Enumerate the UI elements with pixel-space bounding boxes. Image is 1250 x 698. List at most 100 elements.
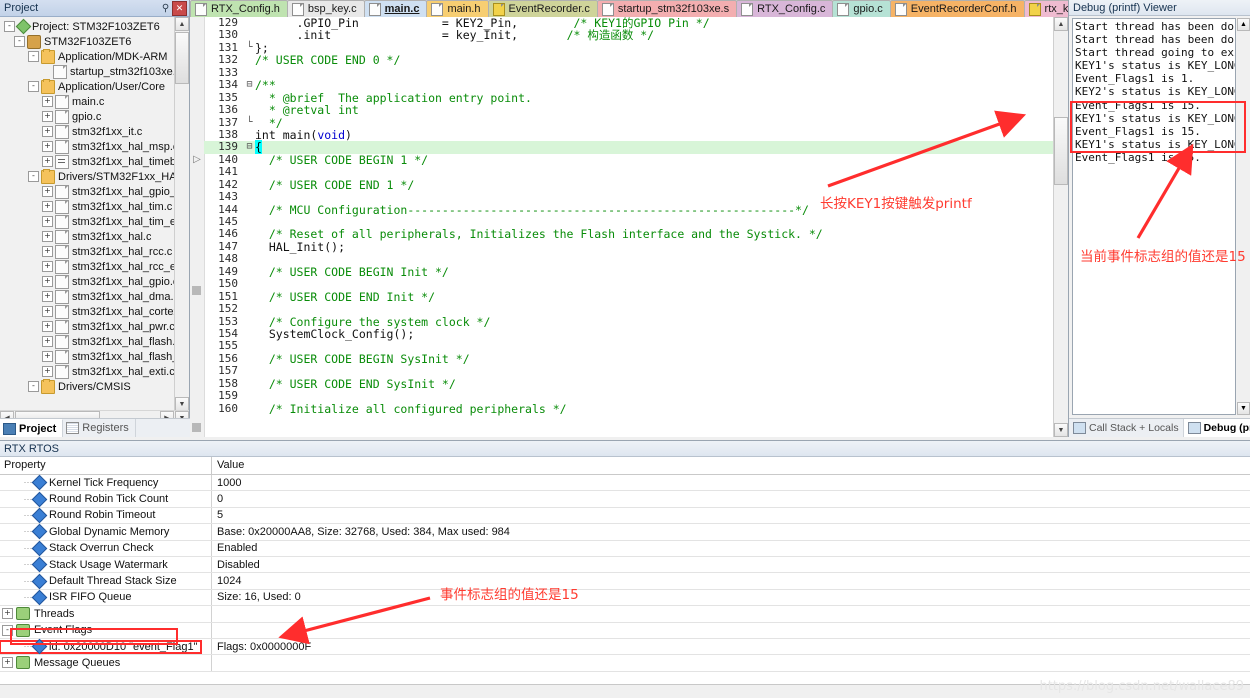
editor-tab-bsp-key-c[interactable]: bsp_key.c [286, 0, 365, 17]
editor-tab-gpio-c[interactable]: gpio.c [832, 0, 891, 17]
rtx-property-row[interactable]: ⋯ Global Dynamic Memory Base: 0x20000AA8, … [0, 524, 1250, 541]
rtx-property-row[interactable]: ⋯ Round Robin Timeout 5 [0, 507, 1250, 525]
expand-icon[interactable]: + [42, 336, 53, 347]
project-tree-item[interactable]: + stm32f1xx_hal_rcc_ex [0, 259, 175, 274]
collapse-icon[interactable]: - [14, 36, 25, 47]
project-tree-item[interactable]: + stm32f1xx_it.c [0, 124, 175, 139]
scroll-down-arrow-icon[interactable]: ▼ [175, 397, 189, 411]
vscroll-thumb[interactable] [175, 32, 189, 84]
code-lines[interactable]: 129 .GPIO_Pin = KEY2_Pin, /* KEY1的GPIO P… [204, 17, 1054, 437]
code-line[interactable]: 154 SystemClock_Config(); [204, 327, 1054, 340]
editor-tab-eventrecorder-c[interactable]: EventRecorder.c [487, 0, 598, 17]
expand-icon[interactable]: + [42, 96, 53, 107]
rtx-property-row[interactable]: ⋯ Kernel Tick Frequency 1000 [0, 474, 1250, 492]
panel-tab-registers[interactable]: Registers [63, 419, 136, 437]
project-tree-item[interactable]: - Project: STM32F103ZET6 [0, 18, 175, 35]
scroll-down-arrow-icon[interactable]: ▼ [1237, 402, 1250, 415]
rtx-property-row[interactable]: ⋯ Stack Overrun Check Enabled [0, 540, 1250, 557]
project-tree[interactable]: - Project: STM32F103ZET6- STM32F103ZET6- Ap… [0, 17, 175, 411]
editor-tab-startup-stm32f103xe-s[interactable]: startup_stm32f103xe.s [596, 0, 738, 17]
project-tree-item[interactable]: + stm32f1xx_hal_flash.c [0, 334, 175, 349]
code-line[interactable]: 142 /* USER CODE END 1 */ [204, 178, 1054, 191]
project-tree-item[interactable]: startup_stm32f103xe.s [0, 64, 175, 79]
project-tree-item[interactable]: + stm32f1xx_hal_flash_e [0, 349, 175, 364]
collapse-icon[interactable]: - [28, 81, 39, 92]
rtx-property-grid[interactable]: Property Value ⋯ Kernel Tick Frequency 100… [0, 457, 1250, 686]
project-tree-item[interactable]: + stm32f1xx_hal.c [0, 229, 175, 244]
fold-end-icon[interactable]: └ [244, 42, 255, 54]
project-tree-item[interactable]: + stm32f1xx_hal_rcc.c [0, 244, 175, 259]
project-tree-item[interactable]: + stm32f1xx_hal_gpio.c [0, 274, 175, 289]
project-tree-item[interactable]: + stm32f1xx_hal_gpio_e [0, 184, 175, 199]
collapse-icon[interactable]: - [28, 381, 39, 392]
code-line[interactable]: 140 /* USER CODE BEGIN 1 */ [204, 153, 1054, 166]
rtx-property-row[interactable]: ⋯ ISR FIFO Queue Size: 16, Used: 0 [0, 589, 1250, 607]
project-tree-item[interactable]: + stm32f1xx_hal_pwr.c [0, 319, 175, 334]
code-line[interactable]: 136 * @retval int [204, 103, 1054, 116]
project-tree-vscrollbar[interactable]: ▲ ▼ [174, 17, 189, 411]
code-line[interactable]: 132 /* USER CODE END 0 */ [204, 53, 1054, 66]
editor-tab-main-c[interactable]: main.c [363, 0, 428, 17]
editor-vscroll-thumb[interactable] [1054, 117, 1068, 185]
project-tree-item[interactable]: - Drivers/STM32F1xx_HAL_ [0, 168, 175, 184]
scroll-up-arrow-icon[interactable]: ▲ [175, 17, 189, 31]
code-line[interactable]: 147 HAL_Init(); [204, 240, 1054, 253]
expand-icon[interactable]: + [42, 261, 53, 272]
rtx-grid-rows[interactable]: ⋯ Kernel Tick Frequency 1000 ⋯ Round Robin T… [0, 474, 1250, 672]
project-tree-item[interactable]: + stm32f1xx_hal_dma.c [0, 289, 175, 304]
project-tree-item[interactable]: + stm32f1xx_hal_cortex [0, 304, 175, 319]
project-tree-item[interactable]: + gpio.c [0, 109, 175, 124]
debug-panel-tab[interactable]: Call Stack + Locals [1069, 419, 1184, 437]
code-line[interactable]: 133 [204, 66, 1054, 79]
expand-icon[interactable]: + [42, 291, 53, 302]
rtx-property-row[interactable]: + Threads [0, 606, 1250, 623]
rtx-property-row[interactable]: ⋯ Round Robin Tick Count 0 [0, 491, 1250, 508]
code-view[interactable]: ▷ 129 .GPIO_Pin = KEY2_Pin, /* KEY1的GPIO… [190, 17, 1054, 437]
expand-icon[interactable]: + [42, 321, 53, 332]
rtx-property-row[interactable]: - Event Flags [0, 622, 1250, 639]
code-line[interactable]: 160 /* Initialize all configured periphe… [204, 402, 1054, 415]
rtx-property-row[interactable]: ⋯ Default Thread Stack Size 1024 [0, 573, 1250, 590]
code-line[interactable]: 149 /* USER CODE BEGIN Init */ [204, 265, 1054, 278]
collapse-icon[interactable]: - [4, 21, 15, 32]
expand-icon[interactable]: + [42, 201, 53, 212]
expand-icon[interactable]: + [42, 276, 53, 287]
code-line[interactable]: 138 int main(void) [204, 128, 1054, 141]
debug-viewer-vscrollbar[interactable]: ▲ ▼ [1237, 18, 1250, 415]
project-tree-item[interactable]: + stm32f1xx_hal_timeba [0, 154, 175, 169]
debug-panel-tabs[interactable]: Call Stack + Locals Debug (printf) V [1069, 418, 1250, 437]
rtx-property-row[interactable]: ⋯ id: 0x20000D10 "event_Flag1" Flags: 0x00… [0, 638, 1250, 656]
rtx-property-row[interactable]: ⋯ Stack Usage Watermark Disabled [0, 556, 1250, 574]
panel-tab-project[interactable]: Project [0, 419, 64, 437]
expand-icon[interactable]: + [42, 366, 53, 377]
editor-tabbar[interactable]: RTX_Config.h bsp_key.c main.c main.h EventRe… [190, 0, 1130, 18]
code-line[interactable]: 156 /* USER CODE BEGIN SysInit */ [204, 352, 1054, 365]
expand-icon[interactable]: + [42, 231, 53, 242]
expand-icon[interactable]: + [2, 608, 13, 620]
expand-icon[interactable]: + [2, 657, 13, 669]
project-tree-item[interactable]: - STM32F103ZET6 [0, 34, 175, 49]
project-tree-item[interactable]: - Application/User/Core [0, 78, 175, 94]
editor-tab-rtx-config-h[interactable]: RTX_Config.h [190, 0, 288, 17]
fold-collapse-icon[interactable]: ⊟ [244, 79, 255, 91]
code-line[interactable]: 158 /* USER CODE END SysInit */ [204, 377, 1054, 390]
project-tree-item[interactable]: + stm32f1xx_hal_tim_ex [0, 214, 175, 229]
scroll-up-arrow-icon[interactable]: ▲ [1054, 17, 1068, 31]
project-tree-item[interactable]: - Application/MDK-ARM [0, 48, 175, 64]
fold-collapse-icon[interactable]: ⊟ [244, 141, 255, 153]
editor-tab-eventrecorderconf-h[interactable]: EventRecorderConf.h [889, 0, 1025, 17]
project-tree-item[interactable]: + stm32f1xx_hal_exti.c [0, 364, 175, 379]
collapse-icon[interactable]: - [2, 624, 13, 636]
expand-icon[interactable]: + [42, 216, 53, 227]
expand-icon[interactable]: + [42, 246, 53, 257]
debug-panel-tab[interactable]: Debug (printf) V [1183, 419, 1250, 437]
code-line[interactable]: 130 .init = key_Init, /* 构造函数 */ [204, 28, 1054, 41]
close-icon[interactable]: ✕ [172, 0, 187, 16]
project-tree-item[interactable]: + stm32f1xx_hal_msp.c [0, 139, 175, 154]
expand-icon[interactable]: + [42, 306, 53, 317]
editor-tab-main-h[interactable]: main.h [426, 0, 489, 17]
expand-icon[interactable]: + [42, 351, 53, 362]
editor-vscrollbar[interactable]: ▲ ▼ [1053, 17, 1068, 437]
rtx-property-row[interactable]: + Message Queues [0, 655, 1250, 672]
debug-viewer-output[interactable]: Start thread has been done ! Start threa… [1072, 18, 1236, 415]
